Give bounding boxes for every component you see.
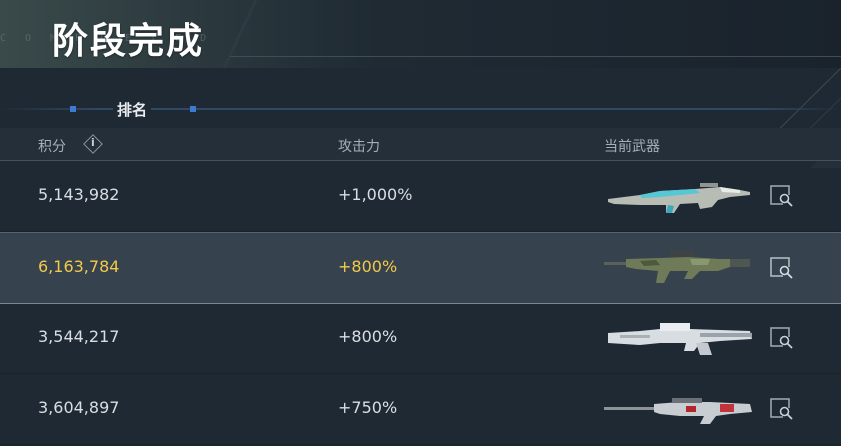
page-title: 阶段完成	[52, 21, 205, 62]
tab-marker-right	[190, 106, 196, 112]
inspect-weapon-icon[interactable]	[769, 325, 795, 351]
rifle-cyan-icon	[608, 183, 750, 213]
inspect-weapon-icon[interactable]	[769, 183, 795, 209]
banner-divider	[230, 56, 841, 57]
table-row: 5,143,982 +1,000%	[0, 161, 841, 232]
tab-ranking[interactable]: 排名	[113, 99, 152, 120]
info-icon-glyph: i	[91, 136, 95, 149]
inspect-weapon-icon[interactable]	[769, 396, 795, 422]
row-score: 3,604,897	[38, 398, 120, 417]
row-attack: +750%	[338, 398, 398, 417]
table-row-highlighted: 6,163,784 +800%	[0, 232, 841, 304]
row-attack: +1,000%	[338, 185, 413, 204]
title-banner: COMPLETED 阶段完成	[0, 0, 841, 68]
row-score: 3,544,217	[38, 327, 120, 346]
column-header-score: 积分	[38, 139, 66, 155]
sniper-red-icon	[604, 398, 752, 424]
row-attack: +800%	[338, 257, 398, 276]
inspect-weapon-icon[interactable]	[769, 255, 795, 281]
table-header: 积分 攻击力 当前武器	[0, 128, 841, 161]
gatling-white-icon	[608, 323, 752, 355]
column-header-weapon: 当前武器	[604, 139, 660, 155]
row-attack: +800%	[338, 327, 398, 346]
table-row: 3,604,897 +750%	[0, 374, 841, 445]
row-score: 6,163,784	[38, 257, 120, 276]
column-header-attack: 攻击力	[338, 139, 380, 155]
row-score: 5,143,982	[38, 185, 120, 204]
rifle-camo-icon	[604, 251, 750, 283]
table-row: 3,544,217 +800%	[0, 303, 841, 374]
tab-marker-left	[70, 106, 76, 112]
